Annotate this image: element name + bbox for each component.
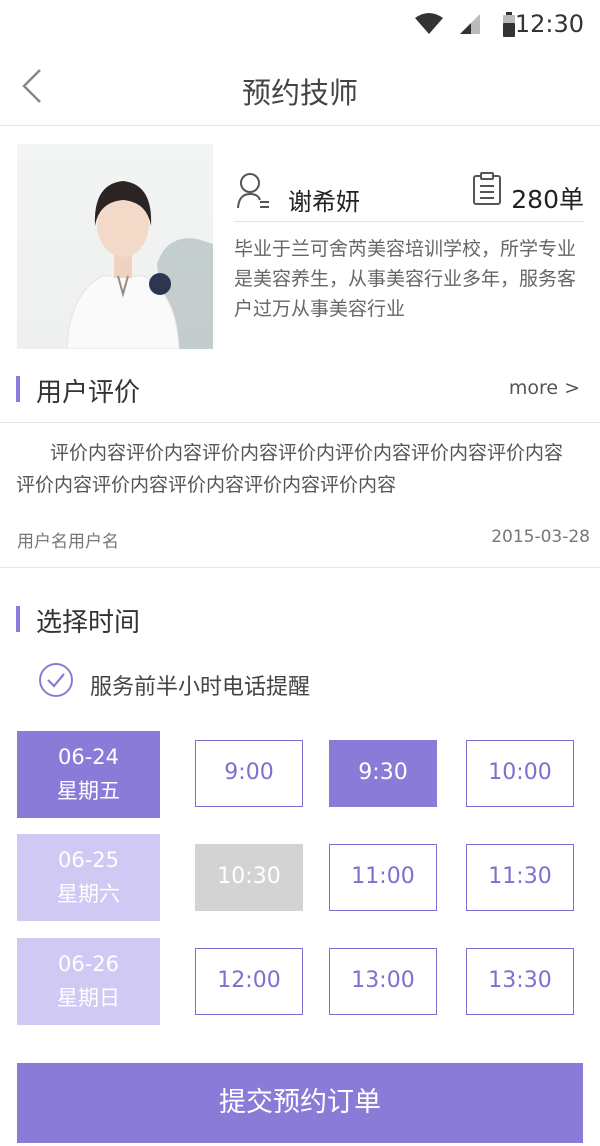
date-label: 06-25	[57, 848, 120, 872]
status-time: 12:30	[514, 10, 584, 38]
order-count: 280单	[511, 185, 584, 214]
status-bar: 12:30	[0, 0, 600, 50]
schedule-title: 选择时间	[36, 608, 141, 638]
time-slot[interactable]: 11:30	[466, 844, 574, 911]
technician-profile: 谢希妍 280单 毕业于兰可舍芮美容培训学校，所学专业是美容养生，从事美容行业多…	[0, 126, 600, 358]
review-date: 2015-03-28	[491, 527, 590, 547]
technician-name: 谢希妍	[288, 188, 360, 216]
wifi-icon	[415, 13, 443, 34]
nav-bar: 预约技师	[0, 50, 600, 126]
weekday-label: 星期五	[57, 779, 120, 803]
technician-header: 谢希妍 280单	[234, 168, 584, 222]
check-circle-icon[interactable]	[38, 662, 74, 698]
technician-bio: 毕业于兰可舍芮美容培训学校，所学专业是美容养生，从事美容行业多年，服务客户过万从…	[234, 238, 577, 320]
weekday-label: 星期六	[57, 882, 120, 906]
time-slot[interactable]: 11:00	[329, 844, 437, 911]
date-label: 06-24	[57, 745, 120, 769]
submit-booking-button[interactable]: 提交预约订单	[17, 1063, 583, 1143]
more-reviews-link[interactable]: more >	[509, 377, 580, 399]
review-item: 评价内容评价内容评价内容评价内评价内容评价内容评价内容评价内容评价内容评价内容评…	[0, 422, 600, 568]
review-username: 用户名用户名	[17, 532, 119, 552]
review-text: 评价内容评价内容评价内容评价内评价内容评价内容评价内容评价内容评价内容评价内容评…	[16, 442, 564, 496]
date-tab-0626[interactable]: 06-26 星期日	[17, 938, 160, 1025]
time-slot-disabled: 10:30	[195, 844, 303, 911]
orders-icon	[473, 172, 501, 205]
page-title: 预约技师	[241, 76, 358, 110]
date-label: 06-26	[57, 952, 120, 976]
reviews-header: 用户评价 more >	[0, 358, 600, 422]
time-slot[interactable]: 12:00	[195, 948, 303, 1015]
schedule-header: 选择时间	[0, 588, 600, 652]
section-accent-bar	[16, 606, 20, 632]
date-tab-0624[interactable]: 06-24 星期五	[17, 731, 160, 818]
weekday-label: 星期日	[57, 986, 120, 1010]
date-tab-0625[interactable]: 06-25 星期六	[17, 834, 160, 921]
section-accent-bar	[16, 376, 20, 402]
user-icon	[237, 173, 269, 209]
time-slot-selected[interactable]: 9:30	[329, 740, 437, 807]
time-slot[interactable]: 13:30	[466, 948, 574, 1015]
time-slot[interactable]: 13:00	[329, 948, 437, 1015]
technician-photo	[17, 144, 213, 349]
reminder-label: 服务前半小时电话提醒	[90, 675, 311, 700]
signal-icon	[460, 14, 480, 34]
reviews-title: 用户评价	[36, 378, 141, 408]
time-slot[interactable]: 9:00	[195, 740, 303, 807]
time-slot[interactable]: 10:00	[466, 740, 574, 807]
